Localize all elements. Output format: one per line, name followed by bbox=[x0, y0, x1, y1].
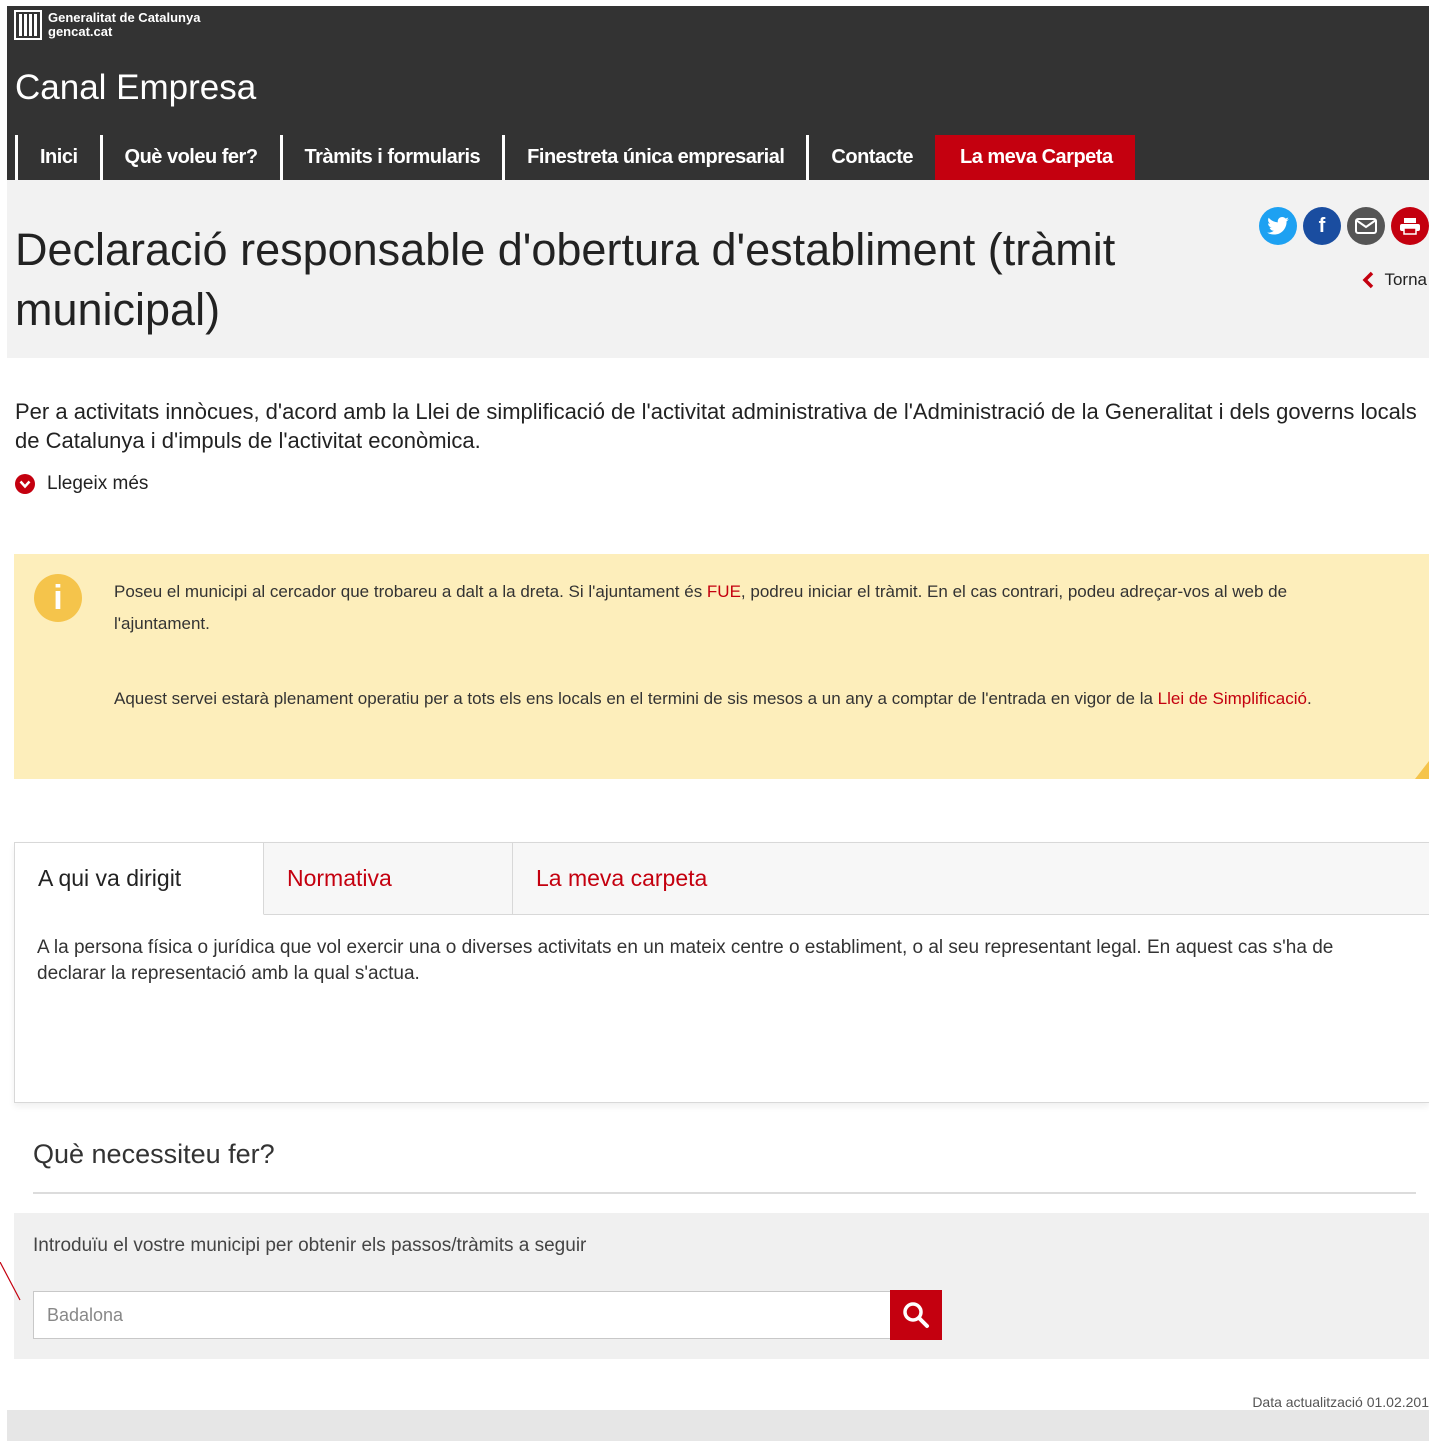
search-icon bbox=[903, 1302, 929, 1328]
mail-icon[interactable] bbox=[1347, 207, 1385, 245]
info-paragraph-1: Poseu el municipi al cercador que trobar… bbox=[114, 582, 1288, 633]
main-nav: Inici Què voleu fer? Tràmits i formulari… bbox=[15, 135, 1135, 180]
chevron-left-icon bbox=[1362, 271, 1374, 289]
gencat-domain: gencat.cat bbox=[48, 24, 113, 39]
generalitat-name: Generalitat de Catalunya bbox=[48, 10, 201, 25]
twitter-icon[interactable] bbox=[1259, 207, 1297, 245]
back-link[interactable]: Torna bbox=[1362, 270, 1427, 290]
generalitat-emblem-icon bbox=[14, 10, 42, 40]
info-icon: i bbox=[34, 574, 82, 622]
nav-item-tramits[interactable]: Tràmits i formularis bbox=[279, 135, 503, 180]
footer bbox=[7, 1410, 1429, 1441]
generalitat-logo[interactable]: Generalitat de Catalunya gencat.cat bbox=[14, 10, 200, 40]
section-title: Què necessiteu fer? bbox=[33, 1139, 275, 1169]
title-band: Declaració responsable d'obertura d'esta… bbox=[7, 180, 1429, 358]
annotation-arrow bbox=[0, 1262, 21, 1301]
intro-text: Per a activitats innòcues, d'acord amb l… bbox=[15, 399, 1417, 453]
tab-row: A qui va dirigit Normativa La meva carpe… bbox=[15, 843, 1429, 915]
read-more-label: Llegeix més bbox=[47, 473, 149, 494]
nav-item-que-voleu-fer[interactable]: Què voleu fer? bbox=[99, 135, 280, 180]
nav-item-inici[interactable]: Inici bbox=[15, 135, 100, 180]
info-tabs: A qui va dirigit Normativa La meva carpe… bbox=[14, 842, 1429, 1103]
info-paragraph-2: Aquest servei estarà plenament operatiu … bbox=[114, 689, 1312, 708]
nav-item-la-meva-carpeta[interactable]: La meva Carpeta bbox=[934, 135, 1135, 180]
page-title: Declaració responsable d'obertura d'esta… bbox=[15, 224, 1116, 335]
chevron-down-icon bbox=[15, 474, 35, 494]
divider bbox=[33, 1192, 1416, 1194]
tab-normativa[interactable]: Normativa bbox=[264, 843, 513, 915]
print-icon[interactable] bbox=[1391, 207, 1429, 245]
search-button[interactable] bbox=[890, 1290, 942, 1340]
search-label: Introduïu el vostre municipi per obtenir… bbox=[33, 1235, 587, 1256]
fue-link[interactable]: FUE bbox=[707, 582, 741, 601]
tab-content: A la persona física o jurídica que vol e… bbox=[37, 937, 1334, 984]
share-buttons: f bbox=[1259, 207, 1429, 245]
llei-simplificacio-link[interactable]: Llei de Simplificació bbox=[1158, 689, 1307, 708]
back-label: Torna bbox=[1384, 270, 1427, 289]
tab-la-meva-carpeta[interactable]: La meva carpeta bbox=[513, 843, 1429, 915]
site-title[interactable]: Canal Empresa bbox=[15, 68, 256, 108]
corner-fold bbox=[1415, 761, 1429, 779]
read-more-toggle[interactable]: Llegeix més bbox=[15, 473, 148, 495]
nav-item-contacte[interactable]: Contacte bbox=[806, 135, 935, 180]
last-updated: Data actualització 01.02.201 bbox=[1252, 1394, 1429, 1410]
tab-a-qui-va-dirigit[interactable]: A qui va dirigit bbox=[15, 843, 264, 915]
facebook-icon[interactable]: f bbox=[1303, 207, 1341, 245]
nav-item-finestreta[interactable]: Finestreta única empresarial bbox=[502, 135, 806, 180]
site-header: Generalitat de Catalunya gencat.cat Cana… bbox=[7, 6, 1429, 180]
info-notice: i Poseu el municipi al cercador que trob… bbox=[14, 554, 1429, 779]
municipality-input[interactable] bbox=[33, 1291, 891, 1339]
municipality-search-panel: Introduïu el vostre municipi per obtenir… bbox=[14, 1213, 1429, 1359]
